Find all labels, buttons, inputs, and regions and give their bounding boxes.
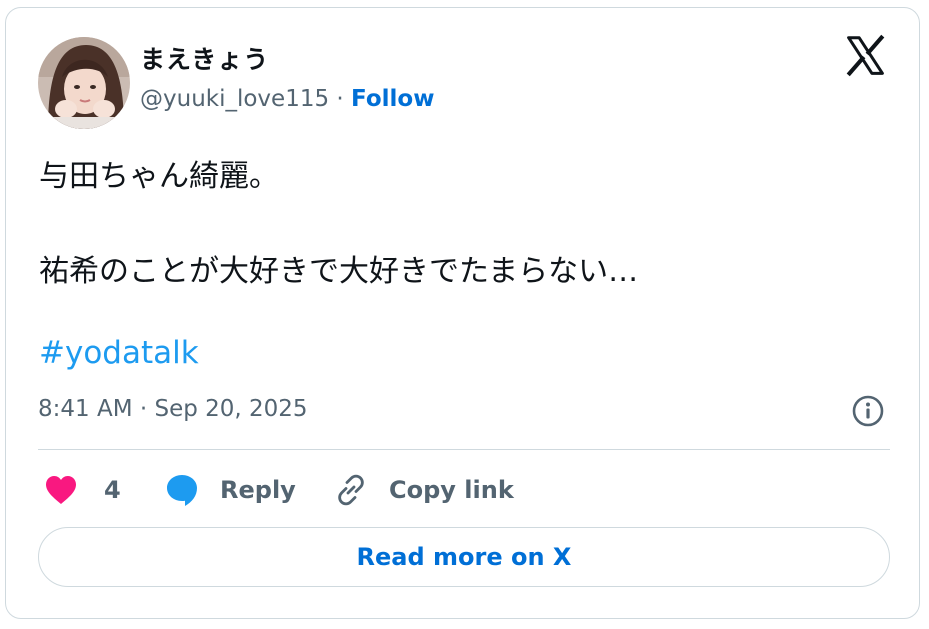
reply-button[interactable]: Reply [164,470,296,510]
copy-link-button[interactable]: Copy link [333,470,514,510]
follow-button[interactable]: Follow [351,86,434,112]
handle-separator: · [329,86,352,112]
speech-bubble-icon [167,475,197,506]
tweet-timestamp[interactable]: 8:41 AM · Sep 20, 2025 [38,396,308,422]
like-count: 4 [104,476,121,504]
tweet-text-line-2: 祐希のことが大好きで大好きでたまらない… [39,254,639,289]
read-more-button[interactable]: Read more on X [38,527,890,587]
like-button[interactable]: 4 [44,470,121,510]
avatar[interactable] [38,37,130,129]
hashtag-link[interactable]: #yodatalk [39,335,199,371]
tweet-text-line-1: 与田ちゃん綺麗。 [39,159,279,194]
author-display-name[interactable]: まえきょう [140,40,269,76]
author-handle-line: @yuuki_love115 · Follow [140,86,434,112]
x-logo-icon[interactable] [843,33,888,78]
reply-label: Reply [220,476,296,504]
info-icon[interactable] [851,394,885,428]
link-icon [338,474,364,506]
heart-icon [46,476,76,504]
divider [38,449,890,450]
author-handle[interactable]: @yuuki_love115 [140,86,329,112]
copy-link-label: Copy link [389,476,514,504]
tweet-embed-card: まえきょう @yuuki_love115 · Follow 与田ちゃん綺麗。 祐… [5,7,920,619]
